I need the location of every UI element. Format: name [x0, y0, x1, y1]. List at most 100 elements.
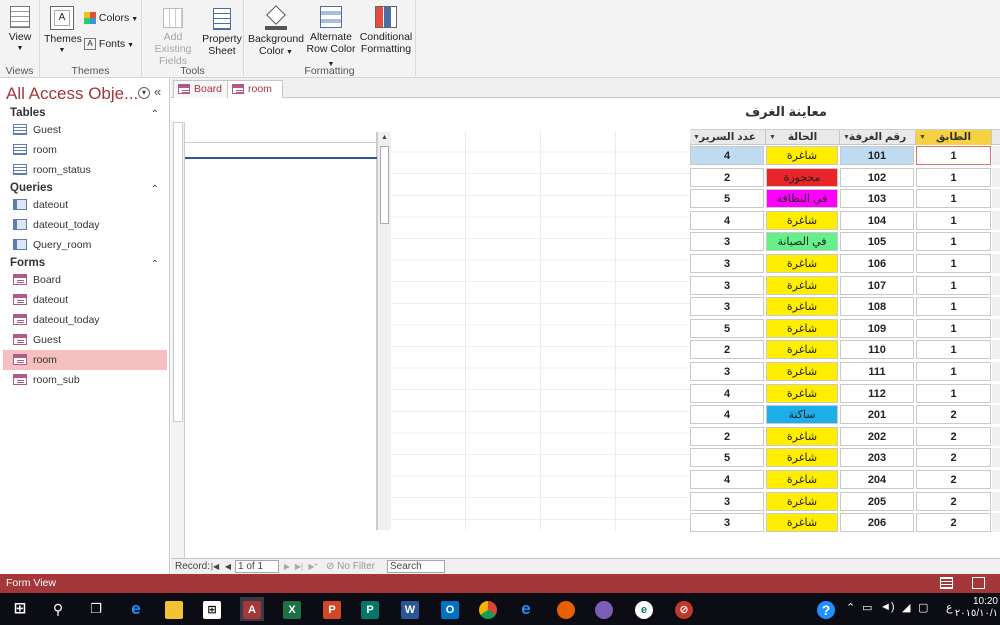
- beds-cell[interactable]: 3: [690, 232, 764, 252]
- show-hidden-icons-icon[interactable]: ⌃: [846, 601, 855, 614]
- room-number-cell[interactable]: 102: [840, 167, 914, 187]
- room-number-cell[interactable]: 112: [840, 383, 914, 403]
- word-app-icon[interactable]: W: [398, 597, 422, 621]
- sort-dropdown-icon[interactable]: ▼: [919, 130, 926, 145]
- task-view-icon[interactable]: ❐: [84, 597, 108, 621]
- beds-cell[interactable]: 5: [690, 189, 764, 209]
- room-number-cell[interactable]: 105: [840, 232, 914, 252]
- floor-cell[interactable]: 1: [916, 210, 991, 230]
- room-number-cell[interactable]: 108: [840, 297, 914, 317]
- room-number-cell[interactable]: 202: [840, 426, 914, 446]
- beds-cell[interactable]: 4: [690, 210, 764, 230]
- collapse-queries-icon[interactable]: ⌃: [151, 184, 159, 195]
- layout-view-icon[interactable]: [972, 577, 985, 589]
- room-number-cell[interactable]: 109: [840, 318, 914, 338]
- fonts-button[interactable]: A Fonts ▼: [84, 38, 140, 52]
- volume-icon[interactable]: ◄): [880, 601, 895, 613]
- nav-table-room[interactable]: room: [3, 140, 167, 160]
- nav-query-dateout-today[interactable]: dateout_today: [3, 215, 167, 235]
- shutter-bar-collapse-icon[interactable]: «: [154, 84, 161, 99]
- status-cell[interactable]: شاغرة: [766, 297, 838, 317]
- room-number-cell[interactable]: 104: [840, 210, 914, 230]
- previous-record-icon[interactable]: ◀: [222, 560, 234, 573]
- tab-board[interactable]: Board: [173, 80, 234, 98]
- access-app-icon[interactable]: A: [240, 597, 264, 621]
- status-cell[interactable]: شاغرة: [766, 513, 838, 533]
- help-icon[interactable]: ?: [814, 597, 838, 621]
- property-sheet-button[interactable]: Property Sheet: [202, 8, 242, 57]
- beds-cell[interactable]: 4: [690, 470, 764, 489]
- status-cell[interactable]: شاغرة: [766, 275, 838, 295]
- network-icon[interactable]: ◢: [902, 601, 910, 614]
- nav-form-dateout-today[interactable]: dateout_today: [3, 310, 167, 330]
- beds-cell[interactable]: 3: [690, 362, 764, 381]
- status-cell[interactable]: في الصيانة: [766, 232, 838, 252]
- floor-cell[interactable]: 2: [916, 405, 991, 425]
- status-cell[interactable]: ساكنة: [766, 405, 838, 425]
- header-floor[interactable]: ▼ الطابق: [916, 130, 992, 145]
- status-cell[interactable]: شاغرة: [766, 491, 838, 511]
- nav-form-dateout[interactable]: dateout: [3, 290, 167, 310]
- colors-button[interactable]: Colors ▼: [84, 12, 140, 26]
- collapse-forms-icon[interactable]: ⌃: [151, 259, 159, 270]
- room-number-cell[interactable]: 203: [840, 448, 914, 468]
- clock[interactable]: 10:20 ٢٠١٥/١٠/١: [955, 596, 998, 620]
- nav-pane-title[interactable]: All Access Obje...: [6, 84, 138, 104]
- notification-icon[interactable]: ▢: [918, 601, 928, 614]
- sort-dropdown-icon[interactable]: ▼: [843, 130, 850, 145]
- floor-cell[interactable]: 2: [916, 426, 991, 446]
- floor-cell[interactable]: 2: [916, 491, 991, 511]
- view-button[interactable]: View ▼: [4, 6, 36, 55]
- excel-app-icon[interactable]: X: [280, 597, 304, 621]
- subform-panel[interactable]: [185, 132, 377, 530]
- floor-cell[interactable]: 1: [916, 167, 991, 187]
- add-existing-fields-button[interactable]: Add Existing Fields: [144, 8, 202, 67]
- search-icon[interactable]: ⚲: [46, 597, 70, 621]
- room-number-cell[interactable]: 110: [840, 340, 914, 360]
- beds-cell[interactable]: 2: [690, 340, 764, 360]
- alternate-row-color-button[interactable]: Alternate Row Color ▼: [304, 6, 358, 71]
- current-record-field[interactable]: 1 of 1: [235, 560, 279, 573]
- floor-cell[interactable]: 1: [916, 297, 991, 317]
- edge-icon[interactable]: e: [124, 597, 148, 621]
- status-cell[interactable]: في النظافة: [766, 189, 838, 209]
- firefox-icon[interactable]: [554, 597, 578, 621]
- first-record-icon[interactable]: |◀: [209, 560, 221, 573]
- vertical-scrollbar[interactable]: ▲: [377, 132, 391, 530]
- power-icon[interactable]: ▭: [862, 601, 872, 614]
- beds-cell[interactable]: 4: [690, 405, 764, 425]
- nav-form-guest[interactable]: Guest: [3, 330, 167, 350]
- scrollbar-thumb[interactable]: [380, 146, 389, 224]
- nav-section-forms[interactable]: Forms: [10, 257, 45, 269]
- header-beds[interactable]: ▼ عدد السرير: [690, 130, 766, 145]
- beds-cell[interactable]: 5: [690, 448, 764, 468]
- beds-cell[interactable]: 3: [690, 254, 764, 273]
- last-record-icon[interactable]: ▶|: [293, 560, 305, 573]
- form-view-icon[interactable]: [940, 577, 953, 589]
- nav-table-room-status[interactable]: room_status: [3, 160, 167, 180]
- file-explorer-icon[interactable]: [162, 597, 186, 621]
- outlook-app-icon[interactable]: O: [438, 597, 462, 621]
- nav-form-room[interactable]: room: [3, 350, 167, 370]
- status-cell[interactable]: شاغرة: [766, 426, 838, 446]
- beds-cell[interactable]: 3: [690, 275, 764, 295]
- room-number-cell[interactable]: 103: [840, 189, 914, 209]
- chrome-icon[interactable]: [476, 597, 500, 621]
- status-cell[interactable]: شاغرة: [766, 254, 838, 273]
- floor-cell[interactable]: 1: [916, 232, 991, 252]
- floor-cell[interactable]: 2: [916, 448, 991, 468]
- collapse-tables-icon[interactable]: ⌃: [151, 109, 159, 120]
- status-cell[interactable]: شاغرة: [766, 146, 838, 165]
- status-cell[interactable]: شاغرة: [766, 340, 838, 360]
- scroll-up-icon[interactable]: ▲: [378, 132, 391, 144]
- floor-cell[interactable]: 1: [916, 362, 991, 381]
- room-number-cell[interactable]: 205: [840, 491, 914, 511]
- nav-form-board[interactable]: Board: [3, 270, 167, 290]
- sort-dropdown-icon[interactable]: ▼: [769, 130, 776, 145]
- status-cell[interactable]: شاغرة: [766, 318, 838, 338]
- floor-cell[interactable]: 1: [916, 340, 991, 360]
- beds-cell[interactable]: 3: [690, 297, 764, 317]
- powerpoint-app-icon[interactable]: P: [320, 597, 344, 621]
- room-number-cell[interactable]: 111: [840, 362, 914, 381]
- beds-cell[interactable]: 3: [690, 513, 764, 533]
